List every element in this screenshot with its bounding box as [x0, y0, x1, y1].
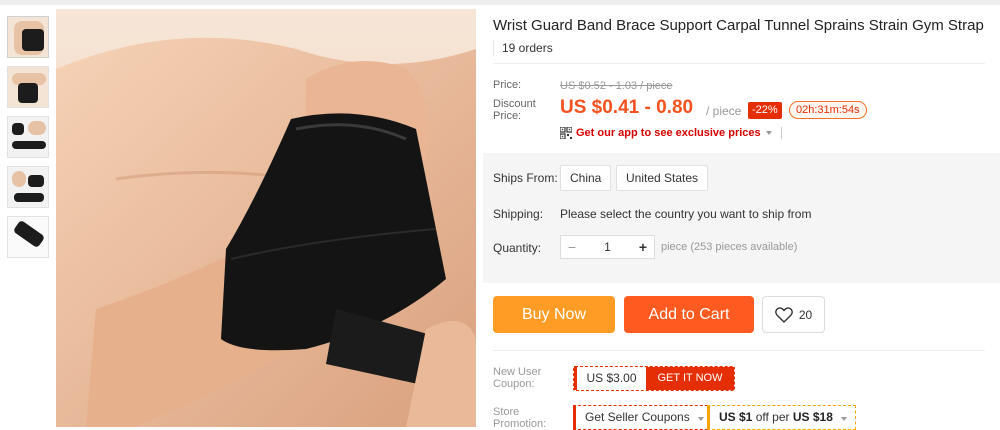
original-price: US $0.52 - 1.03 / piece — [560, 80, 673, 92]
get-it-now-button[interactable]: GET IT NOW — [646, 367, 734, 390]
thumbnail-4[interactable] — [7, 166, 49, 208]
seller-coupons-dropdown[interactable]: Get Seller Coupons — [573, 405, 714, 430]
thumbnail-1[interactable] — [7, 16, 49, 58]
quantity-increase-button[interactable]: + — [632, 236, 654, 258]
divider — [493, 63, 985, 64]
add-to-cart-button[interactable]: Add to Cart — [624, 296, 754, 333]
wishlist-button[interactable]: 20 — [762, 296, 825, 333]
discount-price-label-line1: Discount — [493, 98, 536, 110]
quantity-stepper: − 1 + — [560, 235, 655, 259]
app-promo-link[interactable]: Get our app to see exclusive prices — [559, 126, 782, 140]
store-offer-amount: US $1 — [719, 410, 753, 424]
product-info: Wrist Guard Band Brace Support Carpal Tu… — [483, 0, 1000, 430]
new-user-coupon-label-line1: New User — [493, 366, 542, 378]
store-offer-mid: off per — [755, 410, 790, 424]
ships-from-label: Ships From: — [493, 171, 558, 185]
main-product-image — [56, 9, 476, 427]
price-unit: / piece — [706, 104, 742, 118]
caret-down-icon — [841, 417, 848, 421]
seller-coupons-label: Get Seller Coupons — [585, 410, 690, 424]
new-user-coupon-label-line2: Coupon: — [493, 378, 535, 390]
coupon-amount: US $3.00 — [574, 367, 646, 390]
store-promotion-label-line1: Store — [493, 406, 520, 418]
new-user-coupon: US $3.00 GET IT NOW — [573, 366, 735, 391]
thumbnail-2[interactable] — [7, 66, 49, 108]
ships-from-china[interactable]: China — [560, 165, 612, 191]
heart-icon — [774, 306, 793, 323]
buy-now-button[interactable]: Buy Now — [493, 296, 615, 333]
quantity-decrease-button[interactable]: − — [561, 236, 583, 258]
wishlist-count: 20 — [798, 307, 813, 322]
pieces-available: piece (253 pieces available) — [661, 241, 798, 253]
caret-down-icon — [698, 417, 705, 421]
thumbnail-list — [7, 16, 49, 266]
ships-from-united-states[interactable]: United States — [616, 165, 709, 191]
quantity-input[interactable]: 1 — [583, 240, 632, 254]
divider — [493, 350, 985, 351]
price-label: Price: — [493, 79, 522, 91]
discount-badge: -22% — [748, 102, 782, 119]
store-offer-dropdown[interactable]: US $1 off per US $18 — [707, 405, 857, 430]
current-price: US $0.41 - 0.80 — [560, 97, 694, 118]
order-count: 19 orders — [493, 40, 553, 56]
store-offer-threshold: US $18 — [792, 410, 833, 424]
caret-down-icon — [765, 131, 772, 135]
shipping-label: Shipping: — [493, 207, 544, 221]
qr-code-icon — [559, 126, 573, 140]
wrist-brace-photo — [56, 9, 476, 427]
discount-price-label-line2: Price: — [493, 110, 522, 122]
thumbnail-5[interactable] — [7, 216, 49, 258]
thumbnail-3[interactable] — [7, 116, 49, 158]
store-promotion-label-line2: Promotion: — [493, 418, 547, 430]
shipping-message: Please select the country you want to sh… — [560, 207, 812, 221]
quantity-label: Quantity: — [493, 241, 542, 255]
product-title: Wrist Guard Band Brace Support Carpal Tu… — [493, 17, 984, 34]
countdown-timer: 02h:31m:54s — [789, 101, 867, 119]
app-promo-text: Get our app to see exclusive prices — [576, 127, 761, 139]
divider — [780, 127, 782, 139]
